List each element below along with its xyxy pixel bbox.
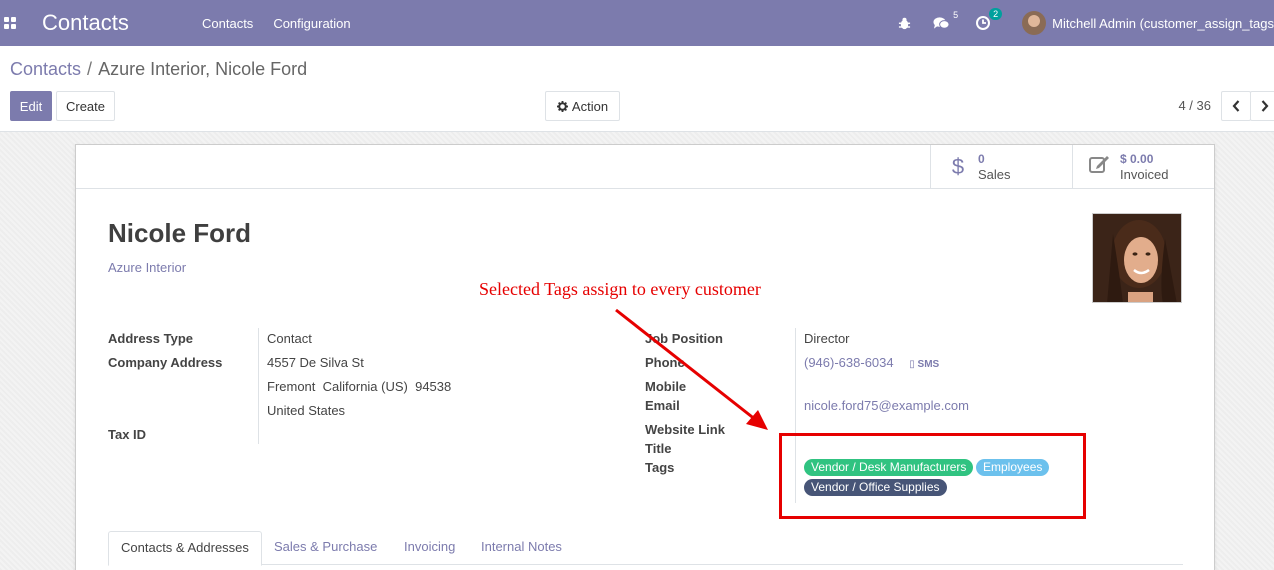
activities-count: 2 xyxy=(989,8,1003,20)
tax-id-label: Tax ID xyxy=(108,427,147,442)
chevron-right-icon xyxy=(1261,100,1269,112)
email-link[interactable]: nicole.ford75@example.com xyxy=(804,398,969,413)
top-navbar: Contacts Contacts Configuration 5 2 Mitc… xyxy=(0,0,1274,46)
street-value: 4557 De Silva St xyxy=(267,355,364,370)
breadcrumb-current: Azure Interior, Nicole Ford xyxy=(98,59,308,79)
tab-invoicing[interactable]: Invoicing xyxy=(392,531,467,565)
annotation-arrow xyxy=(615,308,768,430)
sms-label: SMS xyxy=(917,359,940,370)
left-group-divider xyxy=(258,328,259,444)
annotation-text: Selected Tags assign to every customer xyxy=(479,279,761,299)
sales-count: 0 xyxy=(978,152,985,166)
user-menu[interactable]: Mitchell Admin (customer_assign_tags xyxy=(1052,16,1274,31)
mobile-phone-icon: ▯ xyxy=(909,359,918,370)
pager-previous-button[interactable] xyxy=(1221,91,1251,121)
edit-square-icon xyxy=(1089,154,1111,180)
edit-button[interactable]: Edit xyxy=(10,91,52,121)
user-avatar[interactable] xyxy=(1022,11,1047,35)
tab-sales-purchase[interactable]: Sales & Purchase xyxy=(262,531,389,565)
breadcrumb-separator: / xyxy=(87,59,93,79)
breadcrumb: Contacts / Azure Interior, Nicole Ford xyxy=(10,59,307,80)
sms-button[interactable]: ▯ SMS xyxy=(909,359,939,370)
city-state-zip-value: Fremont California (US) 94538 xyxy=(267,379,452,394)
address-type-value: Contact xyxy=(267,331,312,346)
country-value: United States xyxy=(267,403,346,418)
company-link[interactable]: Azure Interior xyxy=(108,260,186,275)
pager-next-button[interactable] xyxy=(1250,91,1274,121)
dollar-icon: $ xyxy=(951,154,965,179)
action-label: Action xyxy=(571,98,609,114)
tab-internal-notes[interactable]: Internal Notes xyxy=(469,531,574,565)
create-button[interactable]: Create xyxy=(56,91,115,121)
apps-menu-icon[interactable] xyxy=(4,17,16,29)
tab-contacts-addresses[interactable]: Contacts & Addresses xyxy=(108,531,262,566)
app-title[interactable]: Contacts xyxy=(42,10,186,36)
company-address-label: Company Address xyxy=(108,355,223,370)
job-position-value: Director xyxy=(804,331,850,346)
chevron-left-icon xyxy=(1232,100,1240,112)
invoiced-label: Invoiced xyxy=(1120,167,1169,182)
partner-photo[interactable] xyxy=(1092,213,1182,303)
messages-count: 5 xyxy=(953,10,959,20)
sales-label: Sales xyxy=(978,167,1011,182)
messages-icon[interactable]: 5 xyxy=(933,10,958,30)
phone-field: (946)-638-6034 ▯ SMS xyxy=(804,355,939,370)
smart-button-box: $ 0 Sales $ 0.00 Invoiced xyxy=(76,145,1214,189)
menu-contacts[interactable]: Contacts xyxy=(202,16,253,31)
invoiced-smart-button[interactable]: $ 0.00 Invoiced xyxy=(1072,145,1215,189)
invoiced-amount: $ 0.00 xyxy=(1120,152,1154,166)
debug-bug-icon[interactable] xyxy=(898,17,911,30)
tags-label: Tags xyxy=(645,460,675,475)
activities-clock-icon[interactable]: 2 xyxy=(976,8,1003,30)
notebook-tabs: Contacts & Addresses Sales & Purchase In… xyxy=(108,531,1183,566)
address-type-label: Address Type xyxy=(108,331,194,346)
annotation-highlight-box xyxy=(779,433,1086,519)
pager-value[interactable]: 4 / 36 xyxy=(1178,98,1211,113)
partner-name: Nicole Ford xyxy=(108,218,252,248)
menu-configuration[interactable]: Configuration xyxy=(273,16,350,31)
phone-link[interactable]: (946)-638-6034 xyxy=(804,355,894,370)
breadcrumb-contacts-link[interactable]: Contacts xyxy=(10,59,81,79)
gear-icon xyxy=(556,100,568,112)
sales-smart-button[interactable]: $ 0 Sales xyxy=(930,145,1073,189)
action-button[interactable]: Action xyxy=(545,91,620,121)
